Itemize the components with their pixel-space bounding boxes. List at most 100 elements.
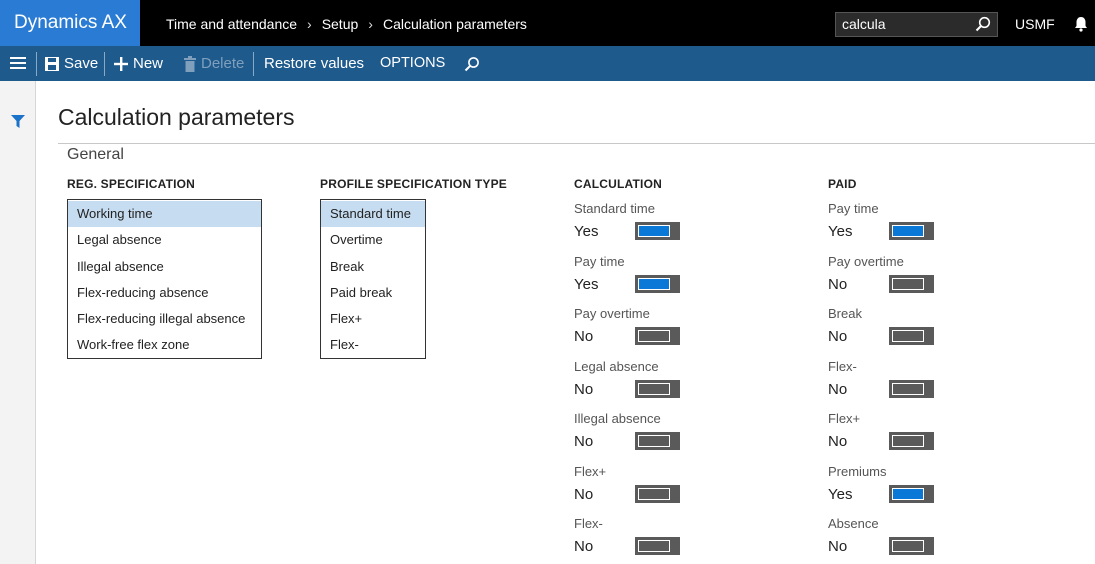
calc-pay-overtime-label: Pay overtime: [574, 306, 650, 321]
search-icon[interactable]: [975, 16, 991, 32]
bell-icon[interactable]: [1073, 16, 1089, 32]
reg-spec-list[interactable]: Working time Legal absence Illegal absence…: [67, 199, 262, 359]
calc-standard-time-toggle[interactable]: [635, 222, 680, 240]
reg-spec-item-flex-reducing-illegal-absence[interactable]: Flex-reducing illegal absence: [68, 306, 261, 332]
reg-spec-item-illegal-absence[interactable]: Illegal absence: [68, 254, 261, 280]
profile-spec-header: PROFILE SPECIFICATION TYPE: [320, 177, 507, 191]
new-button[interactable]: New: [113, 46, 163, 81]
calc-flexminus-value: No: [574, 538, 594, 555]
paid-flexplus-label: Flex+: [828, 411, 861, 426]
breadcrumb-item-module[interactable]: Time and attendance: [166, 0, 297, 46]
paid-premiums-field: Premiums Yes: [828, 464, 938, 514]
calc-pay-overtime-toggle[interactable]: [635, 327, 680, 345]
filter-icon[interactable]: [11, 115, 25, 128]
paid-pay-overtime-value: No: [828, 275, 848, 293]
calc-pay-overtime-field: Pay overtime No: [574, 306, 684, 356]
top-nav-bar: Dynamics AX Time and attendance › Setup …: [0, 0, 1095, 46]
calc-illegal-absence-toggle[interactable]: [635, 432, 680, 450]
calc-flexplus-field: Flex+ No: [574, 464, 684, 514]
search-input-value: calcula: [842, 16, 886, 32]
breadcrumb-item-page: Calculation parameters: [382, 16, 527, 32]
calc-flexminus-toggle[interactable]: [635, 537, 680, 555]
calc-flexminus-field: Flex- No: [574, 516, 684, 564]
paid-break-toggle[interactable]: [889, 327, 934, 345]
options-tab[interactable]: OPTIONS: [380, 46, 445, 81]
toggle-track: [892, 330, 924, 342]
calc-illegal-absence-field: Illegal absence No: [574, 411, 684, 461]
paid-header: PAID: [828, 177, 857, 191]
calc-legal-absence-toggle[interactable]: [635, 379, 680, 398]
calc-flexplus-toggle[interactable]: [635, 484, 680, 503]
action-bar: Save New Delete Restore values OPTIONS: [0, 46, 1095, 81]
chevron-right-icon: ›: [368, 16, 373, 32]
toggle-track: [892, 382, 924, 395]
toggle-track: [892, 540, 924, 552]
reg-spec-item-flex-reducing-absence[interactable]: Flex-reducing absence: [68, 280, 261, 306]
divider: [36, 52, 37, 76]
paid-break-label: Break: [828, 306, 862, 321]
restore-values-button[interactable]: Restore values: [264, 46, 364, 81]
section-header-general[interactable]: General: [67, 146, 124, 164]
plus-icon: [114, 56, 128, 71]
calc-standard-time-label: Standard time: [574, 201, 655, 216]
paid-premiums-label: Premiums: [828, 463, 887, 479]
calc-standard-time-value: Yes: [574, 223, 599, 240]
delete-button[interactable]: Delete: [183, 46, 244, 81]
profile-spec-item-flexminus[interactable]: Flex-: [321, 332, 425, 358]
toggle-track: [892, 277, 924, 290]
save-button[interactable]: Save: [44, 46, 98, 81]
breadcrumb-item-setup[interactable]: Setup: [322, 0, 359, 46]
paid-pay-time-field: Pay time Yes: [828, 201, 938, 251]
paid-pay-overtime-toggle[interactable]: [889, 274, 934, 293]
calc-flexminus-label: Flex-: [574, 516, 603, 531]
reg-spec-item-work-free-flex-zone[interactable]: Work-free flex zone: [68, 332, 261, 358]
calc-illegal-absence-value: No: [574, 433, 594, 450]
profile-spec-item-overtime[interactable]: Overtime: [321, 227, 425, 253]
toggle-track: [638, 225, 670, 237]
paid-absence-label: Absence: [828, 516, 879, 531]
company-selector[interactable]: USMF: [1015, 0, 1055, 48]
chevron-right-icon: ›: [307, 16, 312, 32]
paid-flexminus-value: No: [828, 380, 848, 398]
paid-pay-time-toggle[interactable]: [889, 222, 934, 240]
search-input[interactable]: calcula: [835, 12, 998, 37]
new-button-label: New: [133, 55, 164, 72]
profile-spec-item-flexplus[interactable]: Flex+: [321, 306, 425, 332]
calc-standard-time-field: Standard time Yes: [574, 201, 684, 251]
save-icon: [45, 56, 59, 71]
calc-flexplus-label: Flex+: [574, 463, 607, 479]
profile-spec-item-standard-time[interactable]: Standard time: [321, 201, 425, 228]
hamburger-menu-icon[interactable]: [10, 56, 26, 70]
reg-spec-item-working-time[interactable]: Working time: [68, 201, 261, 228]
breadcrumb: Time and attendance › Setup › Calculatio…: [166, 0, 527, 46]
save-button-label: Save: [64, 55, 99, 72]
paid-flexplus-value: No: [828, 433, 848, 450]
paid-flexplus-toggle[interactable]: [889, 432, 934, 450]
toggle-track: [638, 277, 670, 290]
toggle-track: [638, 435, 670, 447]
paid-pay-time-value: Yes: [828, 223, 853, 240]
paid-pay-overtime-label: Pay overtime: [828, 253, 904, 269]
section-divider: [58, 143, 1095, 144]
toggle-track: [638, 382, 670, 395]
calc-pay-time-label: Pay time: [574, 253, 625, 269]
paid-break-value: No: [828, 328, 848, 345]
profile-spec-item-break[interactable]: Break: [321, 254, 425, 280]
paid-absence-toggle[interactable]: [889, 537, 934, 555]
reg-spec-item-legal-absence[interactable]: Legal absence: [68, 227, 261, 253]
profile-spec-item-paid-break[interactable]: Paid break: [321, 280, 425, 306]
paid-flexminus-toggle[interactable]: [889, 379, 934, 398]
app-title[interactable]: Dynamics AX: [0, 0, 140, 46]
page-title: Calculation parameters: [58, 104, 295, 130]
calc-pay-overtime-value: No: [574, 328, 594, 345]
paid-premiums-toggle[interactable]: [889, 484, 934, 503]
profile-spec-list[interactable]: Standard time Overtime Break Paid break Flex…: [320, 199, 426, 359]
calc-legal-absence-label: Legal absence: [574, 358, 659, 374]
divider: [104, 52, 105, 76]
calculation-header: CALCULATION: [574, 177, 662, 191]
paid-pay-time-label: Pay time: [828, 201, 879, 216]
paid-flexminus-field: Flex- No: [828, 359, 938, 409]
toggle-track: [892, 225, 924, 237]
search-icon[interactable]: [464, 56, 480, 72]
calc-pay-time-toggle[interactable]: [635, 274, 680, 293]
